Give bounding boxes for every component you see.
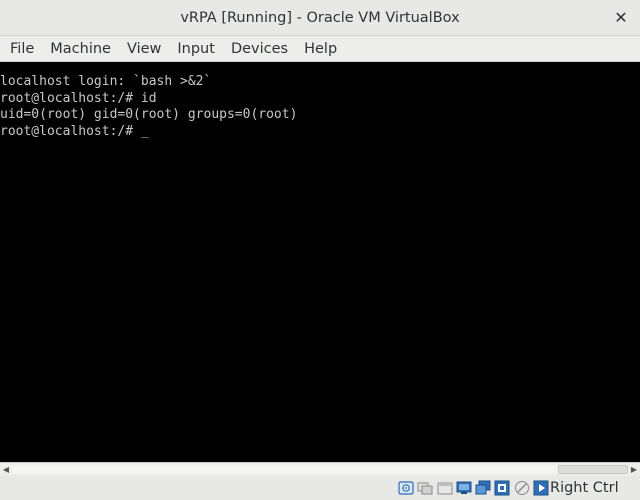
console-line-output: uid=0(root) gid=0(root) groups=0(root)	[0, 107, 298, 122]
hard-disk-icon[interactable]	[398, 480, 414, 496]
console-prompt: root@localhost:/#	[0, 123, 141, 139]
menu-machine[interactable]: Machine	[42, 36, 119, 62]
shared-folders-icon[interactable]	[494, 480, 510, 496]
scroll-track[interactable]	[12, 465, 628, 474]
optical-drive-icon[interactable]	[417, 480, 433, 496]
network-icon[interactable]	[456, 480, 472, 496]
console-line-login: localhost login: `bash >&2`	[0, 74, 212, 89]
device-status-icons	[398, 480, 552, 496]
menu-help[interactable]: Help	[296, 36, 345, 62]
recording-icon[interactable]	[533, 480, 549, 496]
scroll-thumb[interactable]	[558, 465, 628, 474]
horizontal-scrollbar[interactable]: ◀ ▶	[0, 462, 640, 476]
menu-input[interactable]: Input	[169, 36, 223, 62]
floppy-icon[interactable]	[437, 480, 453, 496]
console-line-command: root@localhost:/# id	[0, 90, 157, 106]
text-cursor: _	[140, 123, 149, 139]
menu-devices[interactable]: Devices	[223, 36, 296, 62]
scroll-left-arrow-icon[interactable]: ◀	[0, 463, 12, 476]
host-key-label: Right Ctrl	[550, 480, 619, 496]
console-output: localhost login: `bash >&2` root@localhos…	[0, 74, 640, 140]
menu-file[interactable]: File	[2, 36, 42, 62]
scroll-right-arrow-icon[interactable]: ▶	[628, 463, 640, 476]
title-bar: vRPA [Running] - Oracle VM VirtualBox ✕	[0, 0, 640, 36]
menu-view[interactable]: View	[119, 36, 169, 62]
usb-icon[interactable]	[475, 480, 491, 496]
status-bar: Right Ctrl	[0, 476, 640, 500]
display-icon[interactable]	[514, 480, 530, 496]
menu-bar: File Machine View Input Devices Help	[0, 36, 640, 62]
window-title: vRPA [Running] - Oracle VM VirtualBox	[180, 10, 460, 26]
vm-display[interactable]: localhost login: `bash >&2` root@localhos…	[0, 62, 640, 462]
close-button[interactable]: ✕	[610, 7, 632, 29]
console-line-prompt: root@localhost:/# _	[0, 124, 640, 141]
